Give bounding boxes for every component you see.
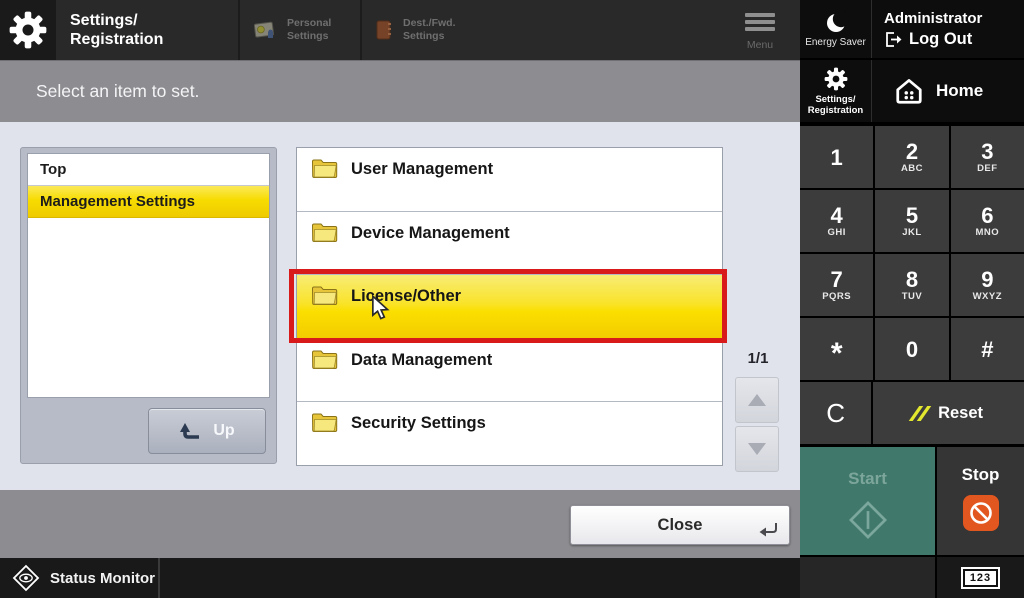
folder-label: License/Other	[351, 287, 461, 306]
keypad-6[interactable]: 6MNO	[951, 190, 1024, 252]
instruction-text: Select an item to set.	[36, 81, 199, 102]
tab-personal-settings[interactable]: Personal Settings	[240, 0, 360, 60]
tab-dest-fwd-settings-label: Dest./Fwd. Settings	[403, 17, 456, 43]
numeric-keyboard-toggle[interactable]: 123	[937, 557, 1024, 598]
keypad-4[interactable]: 4GHI	[800, 190, 873, 252]
stop-icon	[963, 495, 999, 531]
personal-settings-icon	[252, 19, 278, 41]
reset-label: Reset	[938, 404, 983, 423]
home-label: Home	[936, 81, 983, 101]
reset-slashes-icon	[909, 406, 932, 421]
keypad-footer-spacer	[800, 557, 935, 598]
tree-item-label: Top	[40, 161, 66, 178]
tree-list: Top Management Settings	[27, 153, 270, 398]
folder-label: Security Settings	[351, 414, 486, 433]
stop-label: Stop	[962, 465, 1000, 485]
tab-personal-settings-label: Personal Settings	[287, 17, 331, 43]
device-screen: Settings/ Registration Personal Settings	[0, 0, 1024, 598]
keypad-1[interactable]: 1	[800, 126, 873, 188]
folder-item-user-management[interactable]: User Management	[297, 148, 722, 212]
up-triangle-icon	[748, 394, 766, 406]
energy-saver-label: Energy Saver	[805, 37, 866, 48]
status-monitor-button[interactable]: Status Monitor	[0, 558, 160, 598]
main-column: Settings/ Registration Personal Settings	[0, 0, 800, 598]
folder-label: Device Management	[351, 224, 510, 243]
menu-button[interactable]: Menu	[720, 0, 800, 60]
up-button[interactable]: Up	[148, 408, 266, 454]
folder-item-license-other[interactable]: License/Other	[297, 275, 722, 339]
keypad-2[interactable]: 2ABC	[875, 126, 948, 188]
logout-door-icon	[884, 31, 902, 48]
start-button[interactable]: Start	[800, 447, 935, 555]
logged-in-user: Administrator	[884, 10, 1024, 27]
menu-label: Menu	[747, 39, 773, 51]
settings-gear-block	[0, 0, 56, 60]
folder-item-device-management[interactable]: Device Management	[297, 212, 722, 276]
folder-label: User Management	[351, 160, 493, 179]
logout-label: Log Out	[909, 30, 972, 49]
mouse-cursor-icon	[371, 295, 390, 321]
folder-icon	[311, 349, 338, 370]
instruction-bar: Select an item to set.	[0, 60, 800, 122]
energy-saver-button[interactable]: Energy Saver	[800, 0, 872, 58]
page-indicator: 1/1	[735, 350, 781, 367]
footer-strip: Close	[0, 490, 800, 558]
folder-item-security-settings[interactable]: Security Settings	[297, 402, 722, 465]
page-down-button[interactable]	[735, 426, 779, 472]
top-bar: Settings/ Registration Personal Settings	[0, 0, 800, 60]
gear-icon	[7, 9, 49, 51]
page-up-button[interactable]	[735, 377, 779, 423]
reset-button[interactable]: Reset	[873, 382, 1024, 444]
keypad-7[interactable]: 7PQRS	[800, 254, 873, 316]
folder-list: User Management Device Management Licens…	[296, 147, 723, 466]
settings-registration-button[interactable]: Settings/ Registration	[800, 60, 872, 122]
tree-panel: Top Management Settings Up	[20, 147, 277, 464]
status-monitor-icon	[12, 564, 40, 592]
close-button[interactable]: Close	[570, 505, 790, 545]
folder-icon	[311, 412, 338, 433]
keypad-3[interactable]: 3DEF	[951, 126, 1024, 188]
pagination: 1/1	[735, 350, 781, 475]
home-icon	[894, 77, 924, 105]
start-diamond-icon	[847, 499, 889, 541]
keypad-9[interactable]: 9WXYZ	[951, 254, 1024, 316]
tab-dest-fwd-settings[interactable]: Dest./Fwd. Settings	[362, 0, 490, 60]
clear-button[interactable]: C	[800, 382, 871, 444]
gear-icon	[823, 66, 849, 92]
tree-item-management-settings[interactable]: Management Settings	[28, 186, 269, 218]
home-button[interactable]: Home	[872, 60, 1024, 122]
keypad-star[interactable]: *	[800, 318, 873, 380]
keypad-5[interactable]: 5JKL	[875, 190, 948, 252]
hamburger-icon	[745, 10, 775, 34]
folder-icon	[311, 285, 338, 306]
settings-registration-label: Settings/ Registration	[808, 94, 863, 116]
up-arrow-icon	[179, 422, 201, 440]
folder-label: Data Management	[351, 351, 492, 370]
start-label: Start	[848, 469, 887, 489]
keypad-0[interactable]: 0	[875, 318, 948, 380]
keypad-hash[interactable]: #	[951, 318, 1024, 380]
folder-icon	[311, 158, 338, 179]
moon-icon	[823, 11, 849, 35]
session-area: Administrator Log Out	[872, 0, 1024, 58]
down-triangle-icon	[748, 443, 766, 455]
return-arrow-icon	[759, 522, 779, 538]
status-monitor-label: Status Monitor	[50, 570, 155, 587]
logout-button[interactable]: Log Out	[884, 30, 1024, 49]
address-book-icon	[374, 19, 394, 41]
keyboard-123-icon: 123	[961, 567, 1000, 589]
stop-button[interactable]: Stop	[937, 447, 1024, 555]
close-button-label: Close	[658, 516, 703, 535]
settings-panel: Top Management Settings Up	[0, 122, 800, 490]
tree-item-top[interactable]: Top	[28, 154, 269, 186]
keypad-8[interactable]: 8TUV	[875, 254, 948, 316]
hardkey-panel: Energy Saver Administrator Log Out	[800, 0, 1024, 598]
up-button-label: Up	[213, 422, 234, 440]
status-bar: Status Monitor	[0, 558, 800, 598]
tree-item-label: Management Settings	[40, 193, 195, 210]
folder-icon	[311, 222, 338, 243]
page-title: Settings/ Registration	[70, 0, 238, 60]
folder-item-data-management[interactable]: Data Management	[297, 339, 722, 403]
